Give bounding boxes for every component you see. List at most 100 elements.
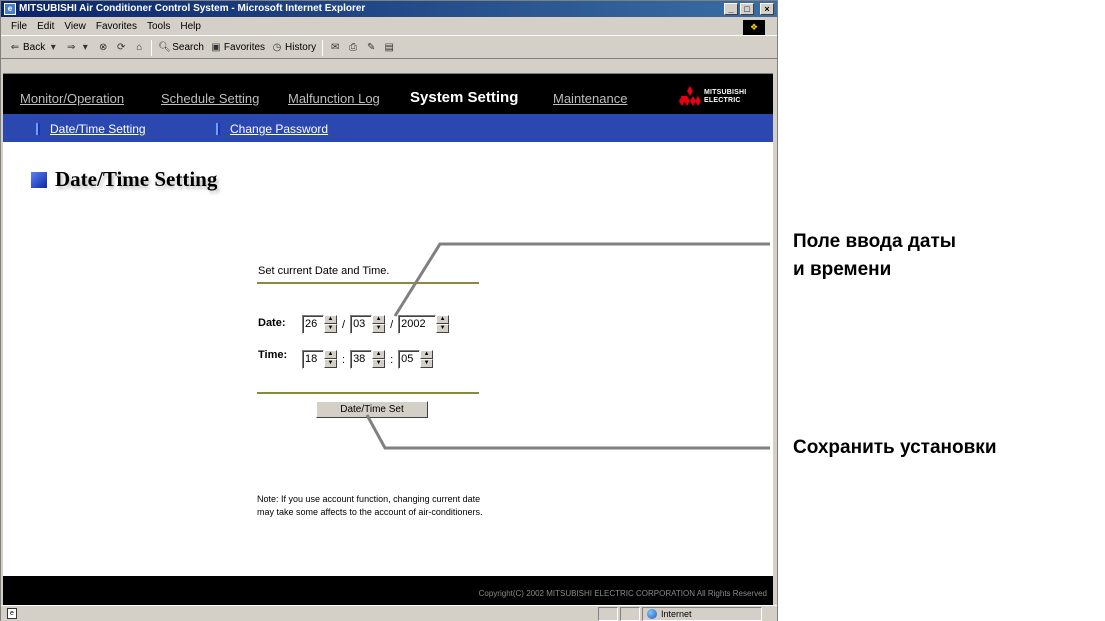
page-heading: Date/Time Setting	[31, 167, 217, 192]
page-footer: Copyright(C) 2002 MITSUBISHI ELECTRIC CO…	[3, 576, 773, 605]
month-spinner[interactable]: ▲ ▼	[372, 315, 386, 334]
home-icon[interactable]: ⌂	[133, 42, 145, 54]
edit-icon[interactable]: ✎	[365, 42, 377, 54]
time-fields: 18 ▲ ▼ : 38 ▲ ▼ : 05 ▲ ▼	[302, 350, 434, 369]
back-arrow-icon: ⇐	[10, 41, 20, 53]
month-input[interactable]: 03	[350, 315, 373, 334]
menu-edit[interactable]: Edit	[37, 18, 54, 35]
menu-file[interactable]: File	[11, 18, 27, 35]
toolbar-separator	[151, 39, 153, 56]
nav-schedule-setting[interactable]: Schedule Setting	[161, 91, 259, 106]
note-line-1: Note: If you use account function, chang…	[257, 494, 481, 504]
toolbar-separator	[322, 39, 324, 56]
favorites-button[interactable]: ▣ Favorites	[210, 37, 265, 59]
time-separator: :	[342, 353, 346, 366]
down-arrow-icon[interactable]: ▼	[420, 359, 434, 368]
status-cell	[598, 607, 618, 621]
zone-label: Internet	[661, 609, 692, 619]
down-arrow-icon[interactable]: ▼	[372, 359, 386, 368]
mitsubishi-logo: MITSUBISHI ELECTRIC	[679, 86, 759, 108]
divider-top	[257, 282, 479, 284]
dropdown-arrow-icon: ▾	[82, 41, 88, 53]
history-icon: ◷	[272, 41, 282, 53]
favorites-label: Favorites	[223, 41, 266, 53]
forward-button[interactable]: ⇒ ▾	[65, 42, 91, 54]
minimize-button[interactable]: _	[724, 3, 738, 15]
menu-help[interactable]: Help	[180, 18, 201, 35]
sub-nav: Date/Time Setting Change Password	[3, 114, 773, 142]
subnav-change-password[interactable]: Change Password	[216, 122, 328, 136]
nav-monitor-operation[interactable]: Monitor/Operation	[20, 91, 124, 106]
date-separator: /	[390, 318, 394, 331]
status-cell	[620, 607, 640, 621]
second-input[interactable]: 05	[398, 350, 421, 369]
page-content: Monitor/Operation Schedule Setting Malfu…	[3, 73, 773, 605]
year-spinner[interactable]: ▲ ▼	[436, 315, 450, 334]
search-icon: 🔍︎	[158, 41, 171, 53]
subnav-date-time-setting[interactable]: Date/Time Setting	[36, 122, 146, 136]
history-button[interactable]: ◷ History	[271, 37, 317, 59]
back-button[interactable]: ⇐ Back ▾	[9, 37, 59, 59]
down-arrow-icon[interactable]: ▼	[324, 324, 337, 333]
menu-favorites[interactable]: Favorites	[96, 18, 137, 35]
hour-input[interactable]: 18	[302, 350, 324, 369]
copyright: Copyright(C) 2002 MITSUBISHI ELECTRIC CO…	[478, 589, 767, 598]
favorites-icon: ▣	[211, 41, 221, 53]
nav-system-setting[interactable]: System Setting	[410, 89, 518, 106]
nav-maintenance[interactable]: Maintenance	[553, 91, 627, 106]
subnav-marker	[36, 123, 40, 135]
second-spinner[interactable]: ▲ ▼	[420, 350, 434, 369]
year-input[interactable]: 2002	[398, 315, 437, 334]
back-label: Back	[23, 41, 46, 53]
date-time-set-button[interactable]: Date/Time Set	[316, 401, 428, 418]
close-button[interactable]: ×	[760, 3, 774, 15]
date-separator: /	[342, 318, 346, 331]
window-title: MITSUBISHI Air Conditioner Control Syste…	[19, 3, 366, 14]
main-nav: Monitor/Operation Schedule Setting Malfu…	[3, 74, 773, 114]
callout-fields-line2: и времени	[793, 259, 892, 280]
discuss-icon[interactable]: ▤	[383, 42, 395, 54]
minute-spinner[interactable]: ▲ ▼	[372, 350, 386, 369]
down-arrow-icon[interactable]: ▼	[372, 324, 386, 333]
up-arrow-icon[interactable]: ▲	[372, 315, 386, 324]
up-arrow-icon[interactable]: ▲	[436, 315, 450, 324]
subnav-change-password-label: Change Password	[230, 122, 329, 136]
subnav-date-time-label: Date/Time Setting	[50, 122, 146, 136]
day-spinner[interactable]: ▲ ▼	[324, 315, 337, 334]
divider-bottom	[257, 392, 479, 394]
minute-input[interactable]: 38	[350, 350, 373, 369]
day-input[interactable]: 26	[302, 315, 324, 334]
globe-icon	[647, 609, 657, 619]
heading-square-icon	[31, 171, 47, 188]
up-arrow-icon[interactable]: ▲	[372, 350, 386, 359]
mail-icon[interactable]: ✉	[329, 42, 341, 54]
nav-malfunction-log[interactable]: Malfunction Log	[288, 91, 380, 106]
time-label: Time:	[258, 349, 288, 361]
maximize-button[interactable]: □	[740, 3, 754, 15]
stop-icon[interactable]: ⊗	[97, 42, 109, 54]
print-icon[interactable]: ⎙	[347, 42, 359, 54]
down-arrow-icon[interactable]: ▼	[324, 359, 337, 368]
ie-app-icon: e	[4, 3, 16, 15]
title-bar: e MITSUBISHI Air Conditioner Control Sys…	[1, 1, 777, 17]
refresh-icon[interactable]: ⟳	[115, 42, 127, 54]
hour-spinner[interactable]: ▲ ▼	[324, 350, 337, 369]
page-icon: e	[7, 608, 17, 619]
windows-logo-icon: ❖	[743, 20, 765, 35]
browser-window: e MITSUBISHI Air Conditioner Control Sys…	[0, 0, 778, 621]
down-arrow-icon[interactable]: ▼	[436, 324, 450, 333]
subnav-marker	[216, 123, 220, 135]
callout-save-label: Сохранить установки	[793, 437, 997, 458]
note-text: Note: If you use account function, chang…	[257, 493, 557, 519]
page-title: Date/Time Setting	[55, 167, 218, 191]
logo-text: MITSUBISHI ELECTRIC	[704, 89, 746, 105]
search-button[interactable]: 🔍︎ Search	[158, 37, 204, 59]
window-controls: _ □ ×	[724, 3, 774, 15]
time-separator: :	[390, 353, 394, 366]
up-arrow-icon[interactable]: ▲	[324, 350, 337, 359]
date-label: Date:	[258, 317, 286, 329]
up-arrow-icon[interactable]: ▲	[324, 315, 337, 324]
up-arrow-icon[interactable]: ▲	[420, 350, 434, 359]
menu-tools[interactable]: Tools	[147, 18, 170, 35]
menu-view[interactable]: View	[64, 18, 86, 35]
